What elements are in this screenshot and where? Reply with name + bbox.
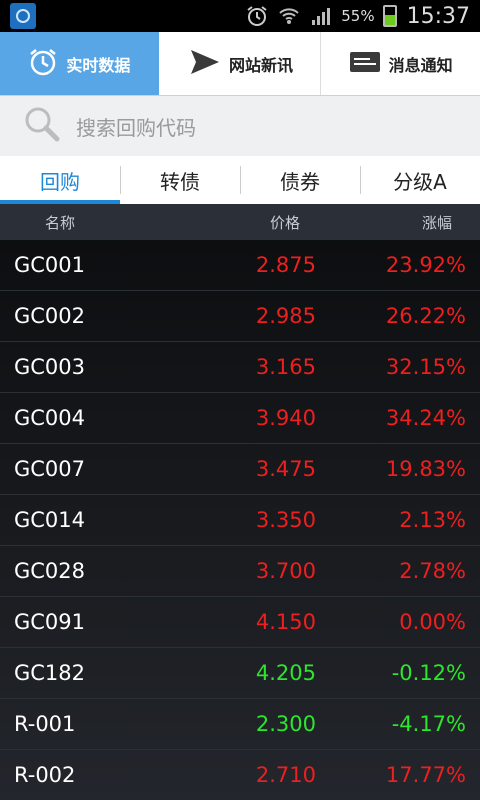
change-value: 0.00% xyxy=(399,610,466,634)
security-code: GC091 xyxy=(14,610,86,634)
security-code: GC007 xyxy=(14,457,86,481)
message-icon xyxy=(349,51,381,77)
category-tabs: 回购 转债 债券 分级A xyxy=(0,156,480,204)
change-value: 34.24% xyxy=(385,406,466,430)
table-header: 名称 价格 涨幅 xyxy=(0,204,480,240)
tab-graded-a[interactable]: 分级A xyxy=(360,156,480,204)
table-row[interactable]: GC091 4.150 0.00% xyxy=(0,597,480,648)
table-row[interactable]: GC182 4.205 -0.12% xyxy=(0,648,480,699)
price-value: 3.475 xyxy=(255,457,316,481)
price-value: 4.205 xyxy=(255,661,316,685)
change-value: 2.13% xyxy=(399,508,466,532)
change-value: 26.22% xyxy=(385,304,466,328)
table-row[interactable]: R-001 2.300 -4.17% xyxy=(0,699,480,750)
header-price[interactable]: 价格 xyxy=(120,212,320,233)
alarm-icon xyxy=(245,5,269,27)
security-code: R-001 xyxy=(14,712,76,736)
table-row[interactable]: GC001 2.875 23.92% xyxy=(0,240,480,291)
search-icon xyxy=(22,104,62,148)
change-value: 2.78% xyxy=(399,559,466,583)
table-row[interactable]: GC014 3.350 2.13% xyxy=(0,495,480,546)
search-bar[interactable]: 搜索回购代码 xyxy=(0,96,480,156)
price-value: 2.985 xyxy=(255,304,316,328)
clock-time: 15:37 xyxy=(406,3,470,29)
security-code: GC001 xyxy=(14,253,86,277)
top-nav: 实时数据 网站新讯 消息通知 xyxy=(0,32,480,96)
change-value: 32.15% xyxy=(385,355,466,379)
tab-label: 消息通知 xyxy=(388,55,453,75)
app-icon xyxy=(10,3,36,29)
table-row[interactable]: GC007 3.475 19.83% xyxy=(0,444,480,495)
tab-site-news[interactable]: 网站新讯 xyxy=(162,32,322,95)
price-value: 3.940 xyxy=(255,406,316,430)
price-value: 3.165 xyxy=(255,355,316,379)
change-value: -0.12% xyxy=(391,661,466,685)
table-row[interactable]: GC028 3.700 2.78% xyxy=(0,546,480,597)
search-input[interactable]: 搜索回购代码 xyxy=(76,112,196,141)
security-code: GC182 xyxy=(14,661,86,685)
price-value: 2.875 xyxy=(255,253,316,277)
quote-list: GC001 2.875 23.92% GC002 2.985 26.22% GC003 3.1… xyxy=(0,240,480,800)
status-bar: 55% 15:37 xyxy=(0,0,480,32)
change-value: 23.92% xyxy=(385,253,466,277)
price-value: 2.300 xyxy=(255,712,316,736)
tab-label: 实时数据 xyxy=(66,55,131,75)
tab-repo[interactable]: 回购 xyxy=(0,156,120,204)
tab-bonds[interactable]: 债券 xyxy=(240,156,360,204)
send-icon xyxy=(189,48,221,80)
tab-notifications[interactable]: 消息通知 xyxy=(321,32,480,95)
price-value: 3.700 xyxy=(255,559,316,583)
change-value: 17.77% xyxy=(385,763,466,787)
security-code: R-002 xyxy=(14,763,76,787)
security-code: GC004 xyxy=(14,406,86,430)
battery-icon xyxy=(382,5,397,27)
tab-realtime-data[interactable]: 实时数据 xyxy=(0,32,162,95)
tab-label: 网站新讯 xyxy=(229,55,294,75)
signal-icon xyxy=(309,5,333,27)
table-row[interactable]: GC004 3.940 34.24% xyxy=(0,393,480,444)
security-code: GC002 xyxy=(14,304,86,328)
price-value: 3.350 xyxy=(255,508,316,532)
battery-percent: 55% xyxy=(341,7,375,25)
header-name[interactable]: 名称 xyxy=(0,212,120,233)
tab-convertible-bonds[interactable]: 转债 xyxy=(120,156,240,204)
table-row[interactable]: R-002 2.710 17.77% xyxy=(0,750,480,800)
security-code: GC028 xyxy=(14,559,86,583)
wifi-icon xyxy=(277,5,301,27)
table-row[interactable]: GC003 3.165 32.15% xyxy=(0,342,480,393)
security-code: GC014 xyxy=(14,508,86,532)
clock-icon xyxy=(28,47,58,81)
change-value: 19.83% xyxy=(385,457,466,481)
price-value: 4.150 xyxy=(255,610,316,634)
security-code: GC003 xyxy=(14,355,86,379)
table-row[interactable]: GC002 2.985 26.22% xyxy=(0,291,480,342)
change-value: -4.17% xyxy=(391,712,466,736)
price-value: 2.710 xyxy=(255,763,316,787)
header-change[interactable]: 涨幅 xyxy=(320,212,480,233)
